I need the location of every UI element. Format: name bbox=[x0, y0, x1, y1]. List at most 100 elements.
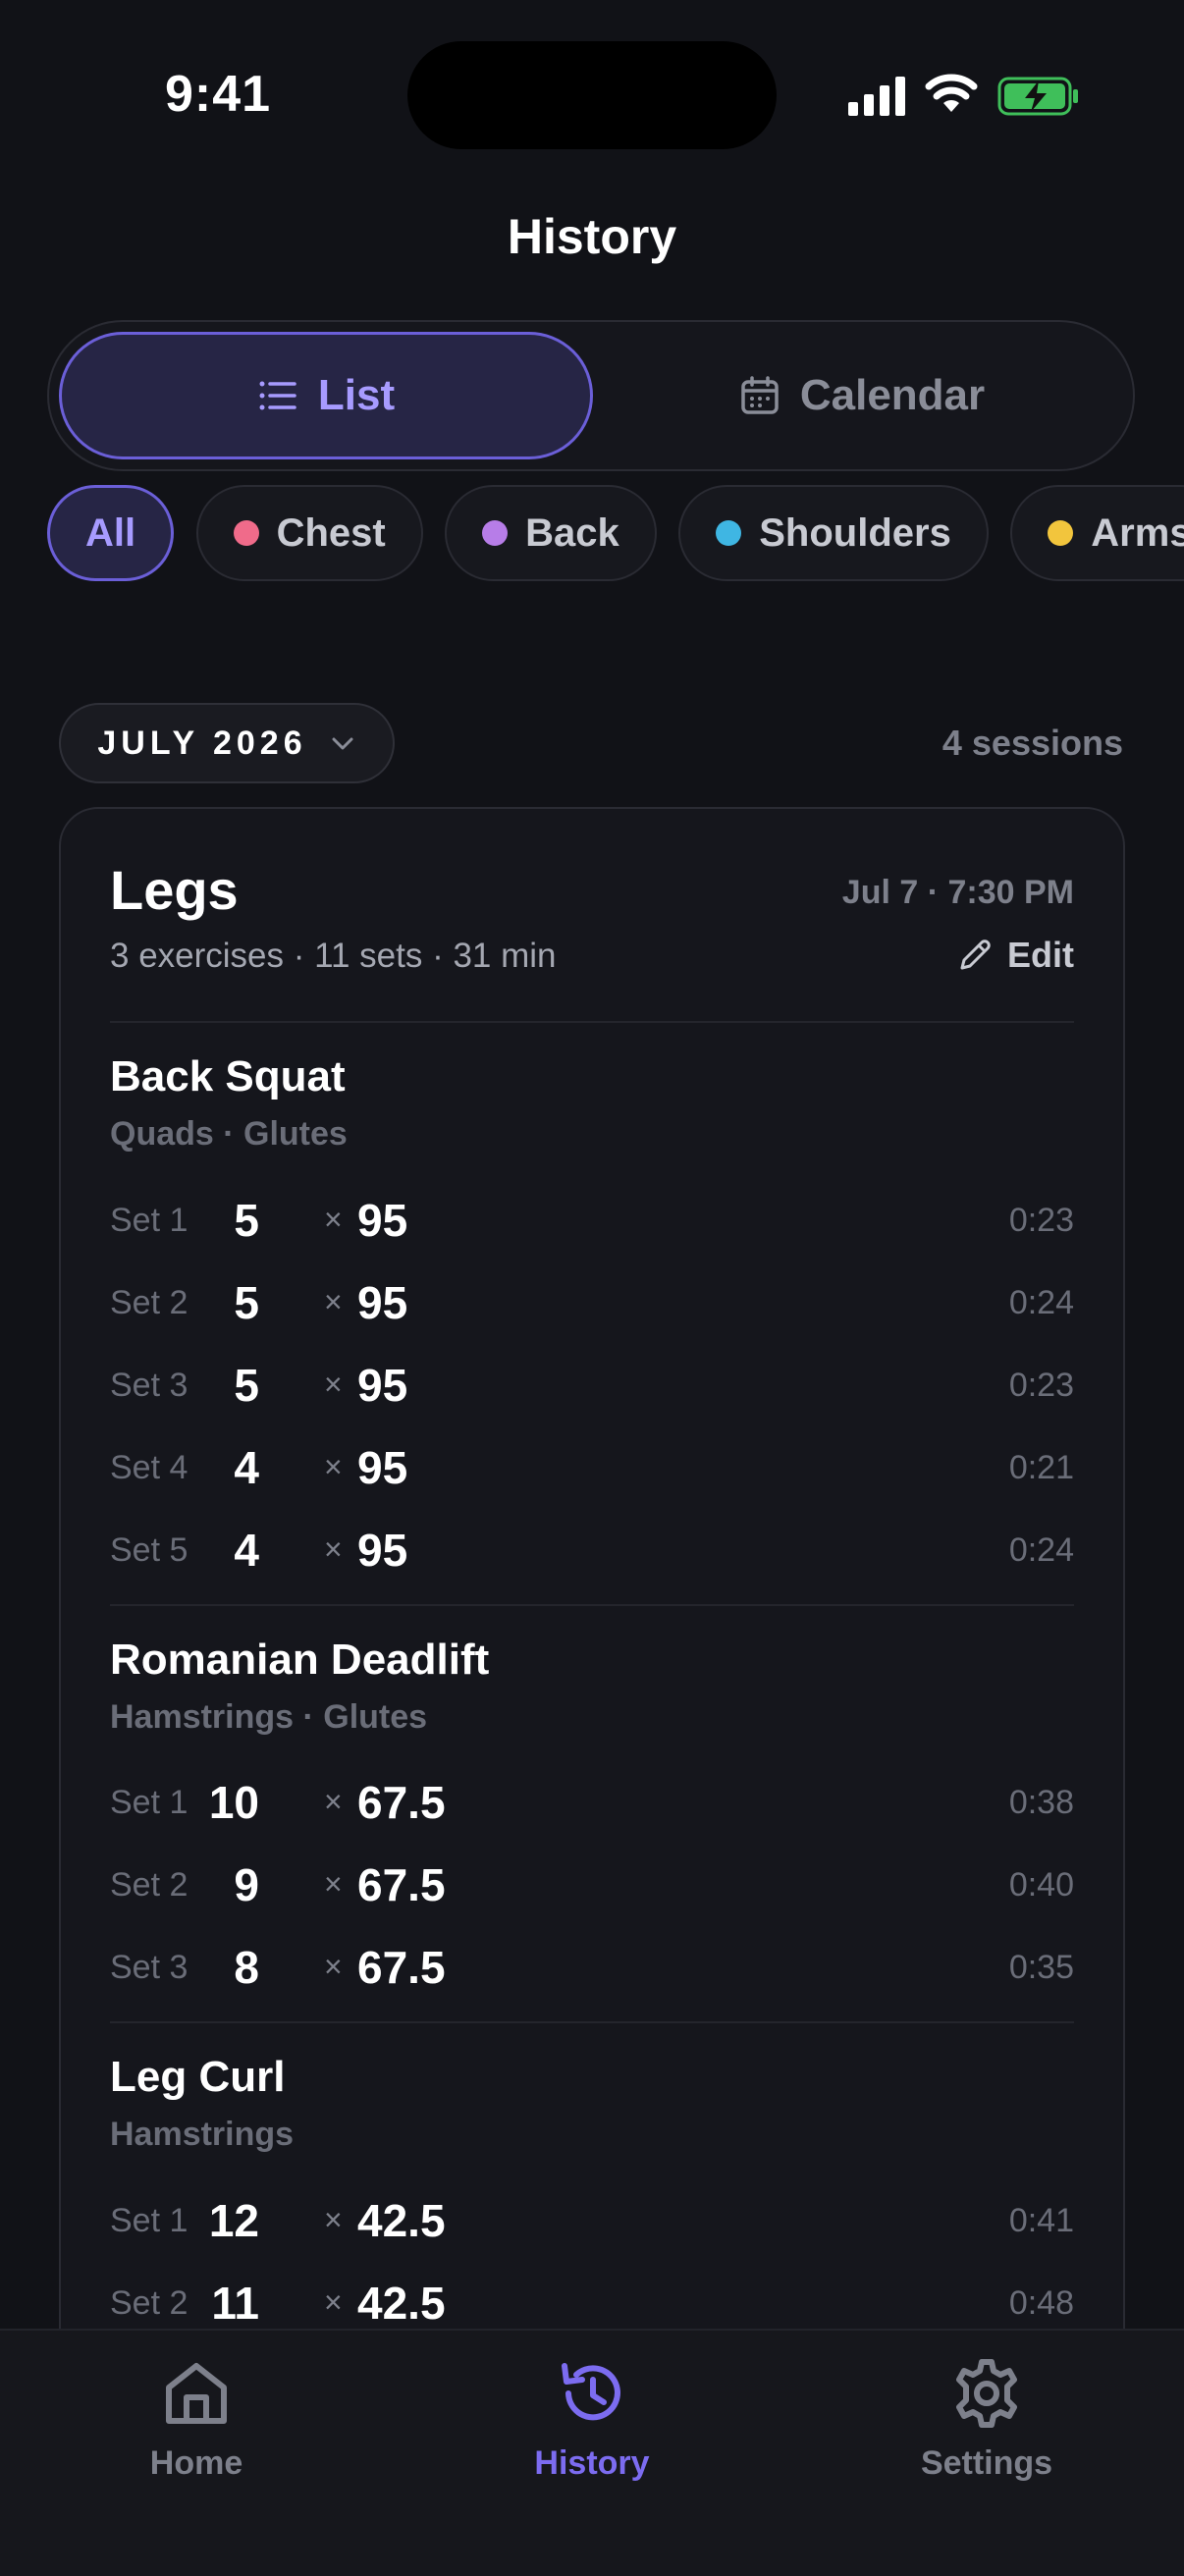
battery-charging-icon bbox=[997, 77, 1078, 116]
set-row: Set 2 11 × 42.5 0:48 bbox=[110, 2275, 1074, 2334]
calendar-view-tab[interactable]: Calendar bbox=[599, 332, 1125, 459]
set-rest-time: 0:35 bbox=[1008, 1949, 1074, 1986]
set-weight: 95 bbox=[357, 1442, 408, 1493]
set-label: Set 1 bbox=[110, 2202, 188, 2239]
times-symbol: × bbox=[324, 1449, 343, 1484]
times-symbol: × bbox=[324, 2202, 343, 2237]
set-reps: 9 bbox=[234, 1859, 259, 1910]
list-view-tab[interactable]: List bbox=[59, 332, 593, 459]
month-selector[interactable]: JULY 2026 bbox=[59, 703, 395, 783]
set-weight: 42.5 bbox=[357, 2278, 446, 2329]
filter-chip-chest[interactable]: Chest bbox=[195, 485, 423, 581]
set-reps: 5 bbox=[234, 1195, 259, 1246]
chevron-down-icon bbox=[332, 737, 353, 750]
times-symbol: × bbox=[324, 1367, 343, 1402]
set-rest-time: 0:24 bbox=[1008, 1531, 1074, 1569]
session-date: Jul 7 · 7:30 PM bbox=[841, 874, 1074, 911]
list-view-label: List bbox=[317, 371, 396, 419]
edit-session-button[interactable]: Edit bbox=[956, 935, 1074, 976]
filter-chip-back[interactable]: Back bbox=[445, 485, 657, 581]
set-weight: 95 bbox=[357, 1277, 408, 1328]
back-color-dot bbox=[482, 520, 509, 546]
session-title: Legs bbox=[110, 859, 239, 921]
set-row: Set 3 8 × 67.5 0:35 bbox=[110, 1939, 1074, 1998]
tab-history[interactable]: History bbox=[474, 2356, 710, 2483]
set-rest-time: 0:48 bbox=[1008, 2284, 1074, 2322]
set-rest-time: 0:21 bbox=[1008, 1449, 1074, 1486]
exercise-name: Leg Curl bbox=[110, 2053, 286, 2101]
filter-chip-shoulders[interactable]: Shoulders bbox=[678, 485, 989, 581]
session-card[interactable]: Legs Jul 7 · 7:30 PM 3 exercises · 11 se… bbox=[59, 807, 1125, 2378]
exercise-name: Back Squat bbox=[110, 1052, 346, 1100]
set-rest-time: 0:23 bbox=[1008, 1202, 1074, 1239]
calendar-icon bbox=[741, 376, 779, 414]
view-toggle: List Calendar bbox=[47, 320, 1135, 471]
set-label: Set 2 bbox=[110, 2284, 188, 2322]
exercise-name: Romanian Deadlift bbox=[110, 1636, 490, 1684]
session-summary: 3 exercises · 11 sets · 31 min bbox=[110, 937, 557, 975]
shoulders-color-dot bbox=[716, 520, 742, 546]
status-time: 9:41 bbox=[165, 66, 272, 123]
divider bbox=[110, 2021, 1074, 2023]
pencil-icon bbox=[960, 939, 991, 970]
cellular-signal-icon bbox=[848, 77, 905, 116]
set-weight: 95 bbox=[357, 1195, 408, 1246]
set-row: Set 2 5 × 95 0:24 bbox=[110, 1274, 1074, 1333]
history-icon bbox=[562, 2363, 620, 2421]
set-row: Set 1 10 × 67.5 0:38 bbox=[110, 1774, 1074, 1833]
set-weight: 95 bbox=[357, 1525, 408, 1576]
times-symbol: × bbox=[324, 1866, 343, 1902]
set-row: Set 2 9 × 67.5 0:40 bbox=[110, 1856, 1074, 1915]
set-label: Set 3 bbox=[110, 1367, 188, 1404]
chest-color-dot bbox=[233, 520, 259, 546]
times-symbol: × bbox=[324, 1284, 343, 1319]
set-reps: 4 bbox=[234, 1525, 259, 1576]
tab-home[interactable]: Home bbox=[79, 2356, 314, 2483]
arms-color-dot bbox=[1048, 520, 1074, 546]
tab-home-label: Home bbox=[149, 2444, 243, 2482]
page-title: History bbox=[507, 209, 677, 264]
divider bbox=[110, 1021, 1074, 1023]
gear-icon bbox=[956, 2359, 1017, 2428]
exercise-muscles: Hamstrings · Glutes bbox=[110, 1698, 428, 1736]
set-reps: 5 bbox=[234, 1360, 259, 1411]
month-label: JULY 2026 bbox=[97, 724, 307, 762]
list-icon bbox=[259, 381, 296, 410]
set-label: Set 1 bbox=[110, 1202, 188, 1239]
times-symbol: × bbox=[324, 1784, 343, 1819]
tab-settings[interactable]: Settings bbox=[869, 2356, 1104, 2483]
set-rest-time: 0:24 bbox=[1008, 1284, 1074, 1321]
set-label: Set 1 bbox=[110, 1784, 188, 1821]
set-reps: 11 bbox=[211, 2278, 259, 2329]
divider bbox=[110, 1604, 1074, 1606]
set-reps: 8 bbox=[234, 1942, 259, 1993]
session-count: 4 sessions bbox=[942, 723, 1123, 763]
set-rest-time: 0:38 bbox=[1008, 1784, 1074, 1821]
set-reps: 10 bbox=[208, 1777, 259, 1828]
times-symbol: × bbox=[324, 1531, 343, 1567]
set-reps: 5 bbox=[234, 1277, 259, 1328]
set-label: Set 2 bbox=[110, 1284, 188, 1321]
filter-chip-all[interactable]: All bbox=[47, 485, 175, 581]
exercise-muscles: Hamstrings bbox=[110, 2116, 295, 2153]
set-weight: 67.5 bbox=[357, 1777, 446, 1828]
set-reps: 12 bbox=[208, 2195, 259, 2246]
tab-settings-label: Settings bbox=[920, 2444, 1053, 2482]
filter-chip-arms[interactable]: Arms bbox=[1010, 485, 1184, 581]
set-weight: 95 bbox=[357, 1360, 408, 1411]
set-rest-time: 0:40 bbox=[1008, 1866, 1074, 1904]
filter-chip-label: Arms bbox=[1091, 510, 1184, 555]
set-row: Set 4 4 × 95 0:21 bbox=[110, 1439, 1074, 1498]
set-label: Set 4 bbox=[110, 1449, 188, 1486]
set-weight: 67.5 bbox=[357, 1942, 446, 1993]
set-rest-time: 0:23 bbox=[1008, 1367, 1074, 1404]
filter-chip-label: Back bbox=[525, 510, 619, 555]
filter-chip-label: All bbox=[85, 510, 136, 555]
set-weight: 42.5 bbox=[357, 2195, 446, 2246]
wifi-icon bbox=[925, 74, 978, 112]
times-symbol: × bbox=[324, 1949, 343, 1984]
set-row: Set 1 5 × 95 0:23 bbox=[110, 1192, 1074, 1251]
set-label: Set 3 bbox=[110, 1949, 188, 1986]
times-symbol: × bbox=[324, 2284, 343, 2320]
set-label: Set 2 bbox=[110, 1866, 188, 1904]
